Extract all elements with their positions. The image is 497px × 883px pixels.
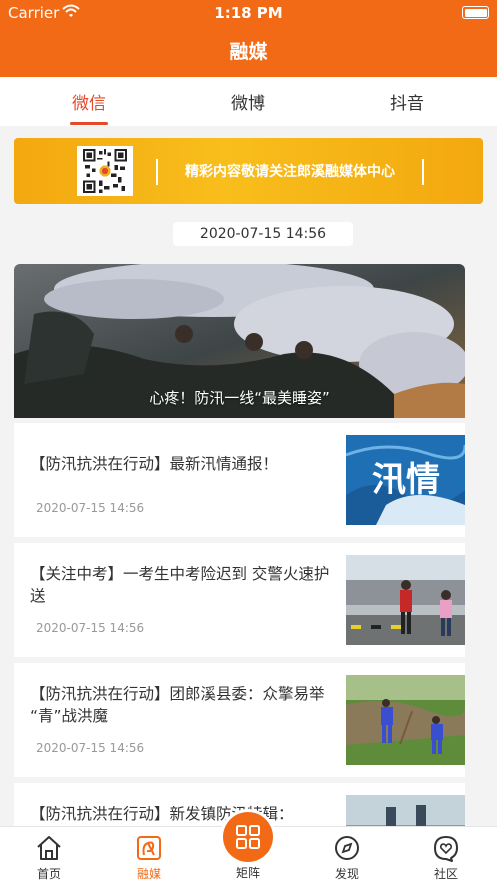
tab-discover-label: 发现 [334, 867, 359, 881]
qr-code-icon [77, 146, 133, 196]
tab-media[interactable]: 融媒 [109, 827, 189, 883]
tab-matrix-label: 矩阵 [235, 866, 260, 880]
banner-slogan: 精彩内容敬请关注郎溪融媒体中心 [156, 159, 424, 185]
tab-home[interactable]: 首页 [9, 827, 89, 883]
tab-community-label: 社区 [433, 867, 458, 881]
home-icon [37, 836, 61, 860]
thumb-label: 汛情 [372, 460, 440, 500]
news-title: 【防汛抗洪在行动】团郎溪县委：众擎易举 “青”战洪魔 [30, 685, 325, 725]
news-item[interactable]: 【防汛抗洪在行动】团郎溪县委：众擎易举 “青”战洪魔 2020-07-15 14… [14, 663, 465, 777]
matrix-icon [236, 825, 260, 849]
tab-discover[interactable]: 发现 [307, 827, 387, 883]
battery-icon [462, 6, 489, 19]
news-item[interactable]: 【关注中考】一考生中考险迟到 交警火速护送 2020-07-15 14:56 [14, 543, 465, 657]
news-title: 【防汛抗洪在行动】新发镇防汛特辑： [30, 805, 294, 823]
tab-weibo[interactable]: 微博 [203, 89, 293, 114]
news-title: 【防汛抗洪在行动】最新汛情通报！ [30, 455, 279, 473]
news-time: 2020-07-15 14:56 [36, 621, 145, 635]
news-thumbnail: 汛情 [346, 435, 465, 525]
page-title: 融媒 [229, 41, 268, 63]
tab-home-label: 首页 [36, 867, 61, 881]
date-header: 2020-07-15 14:56 [173, 222, 353, 246]
news-title: 【关注中考】一考生中考险迟到 交警火速护送 [30, 565, 330, 605]
tab-community[interactable]: 社区 [406, 827, 486, 883]
feature-article[interactable]: 心疼！防汛一线“最美睡姿” [14, 264, 465, 418]
news-thumbnail [346, 555, 465, 645]
media-icon [137, 836, 161, 860]
news-time: 2020-07-15 14:56 [36, 741, 145, 755]
feature-caption: 心疼！防汛一线“最美睡姿” [149, 389, 330, 407]
tab-media-label: 融媒 [136, 867, 161, 881]
tab-douyin[interactable]: 抖音 [362, 89, 452, 114]
news-item[interactable]: 【防汛抗洪在行动】最新汛情通报！ 2020-07-15 14:56 汛情 [14, 423, 465, 537]
status-bar: Carrier 1:18 PM [0, 0, 497, 26]
active-tab-indicator [70, 122, 108, 125]
channel-tabs: 微信 微博 抖音 [0, 77, 497, 126]
compass-icon [335, 836, 359, 860]
news-thumbnail [346, 675, 465, 765]
tab-wechat[interactable]: 微信 [44, 89, 134, 114]
news-time: 2020-07-15 14:56 [36, 501, 145, 515]
status-time: 1:18 PM [214, 4, 283, 22]
nav-bar: 融媒 [0, 26, 497, 77]
heart-chat-icon [434, 836, 458, 862]
follow-banner[interactable]: 精彩内容敬请关注郎溪融媒体中心 [14, 138, 483, 204]
matrix-button[interactable] [223, 812, 273, 862]
